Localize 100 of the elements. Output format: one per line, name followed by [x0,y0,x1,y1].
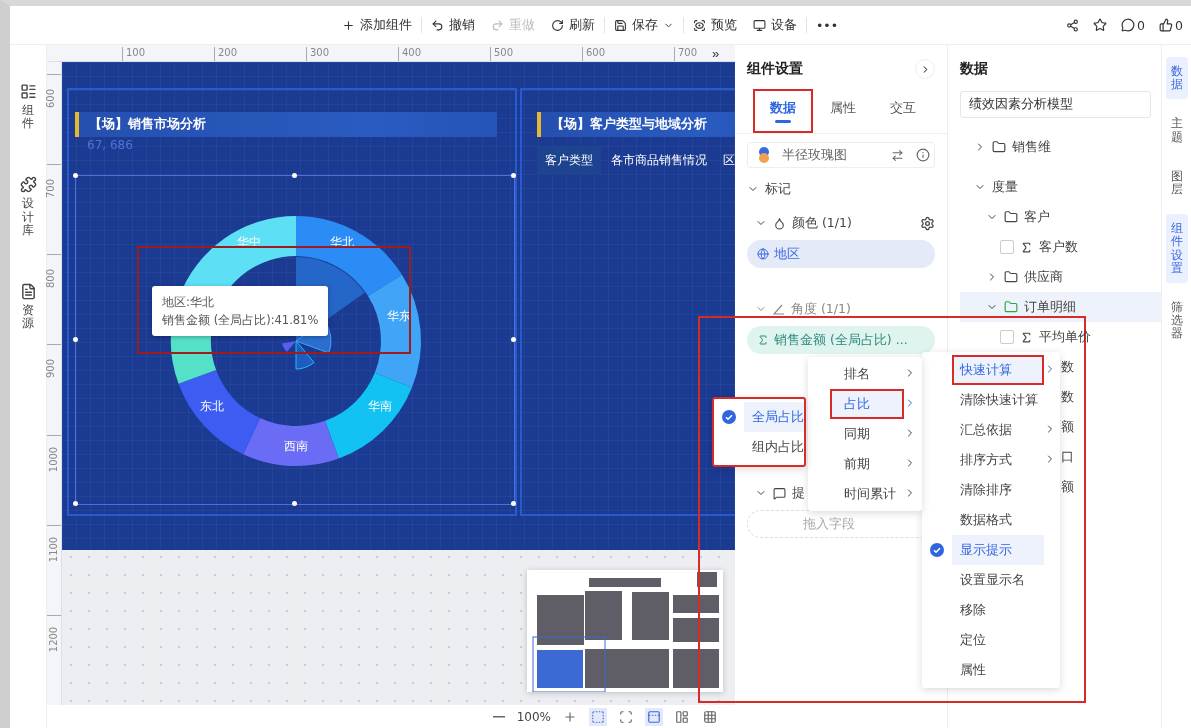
field-pill[interactable]: 销售金额 (全局占比) ... [747,326,935,354]
tooltip-line: 地区:华北 [162,294,215,311]
dashed-square-icon [591,709,605,724]
toolbar-button[interactable]: 刷新 [544,16,602,34]
like-button[interactable]: 0 [1159,17,1183,33]
widget-tab[interactable]: 客户类型 [537,146,601,175]
chart-segment[interactable] [178,370,261,455]
folder-icon [1004,270,1018,284]
segment-label: 东北 [200,399,224,413]
toolbar-button[interactable]: 预览 [686,16,744,34]
ruler-label: 300 [306,47,398,61]
menu-item[interactable]: 排序方式 [922,445,1060,475]
toolbar-button[interactable]: 添加组件 [335,16,419,34]
chart-segment[interactable] [368,274,421,388]
chart-type-label: 半径玫瑰图 [782,146,848,164]
droplet-icon [773,216,786,230]
more-button[interactable]: ••• [809,17,846,33]
grid-icon [703,709,717,724]
field-label[interactable]: 客户数 [1039,238,1078,256]
comment-icon [1121,18,1136,32]
side-tab[interactable]: 主题 [1165,109,1188,152]
widget-tab[interactable]: 各市商品销售情况 [605,146,713,175]
segment-label: 西南 [284,439,308,453]
tree-item[interactable]: 度量 [992,178,1018,196]
minus-icon [492,715,505,718]
select-area-button[interactable] [589,707,607,726]
model-select[interactable]: 绩效因素分析模型 [960,91,1151,118]
chart-type-select[interactable]: 半径玫瑰图 [747,142,935,168]
thumbs-up-icon [1159,18,1174,32]
section-title: 标记 [765,180,791,198]
menu-item[interactable]: 设置显示名 [922,565,1060,595]
segment-label: 华南 [368,399,392,413]
tree-item[interactable]: 销售维 [1012,138,1051,156]
menu-item[interactable]: 定位 [922,625,1060,655]
info-icon[interactable] [916,148,930,162]
sidebar-item[interactable]: 设计库 [19,176,37,237]
panel-tab[interactable]: 交互 [873,89,933,133]
checkbox[interactable] [1000,330,1014,344]
side-tab[interactable]: 图层 [1165,161,1188,205]
ruler-label: 500 [490,47,582,61]
menu-item[interactable]: 汇总依据 [922,415,1060,445]
chart-segment[interactable] [296,216,402,296]
ruler-label: 700 [674,47,710,61]
chart-segment[interactable] [325,372,412,459]
tree-item[interactable]: 订单明细 [1024,298,1076,316]
scan-icon [619,709,633,724]
layout-icon [675,709,689,724]
document-icon [19,282,37,300]
menu-item[interactable]: 前期 [808,449,922,479]
field-label: 额 [1061,418,1074,436]
layout-button[interactable] [645,707,663,726]
menu-item[interactable]: 移除 [922,595,1060,625]
side-tab[interactable]: 数据 [1165,57,1188,100]
sidebar-item[interactable]: 资源 [19,282,37,331]
ruler-label: 700 [45,179,57,199]
share-icon[interactable] [1066,18,1080,32]
ruler-label: 1200 [48,626,60,653]
sigma-icon [1020,330,1033,344]
field-label: 口 [1061,448,1074,466]
sidebar-item[interactable]: 组件 [19,83,37,131]
menu-item[interactable]: 排名 [808,359,922,389]
checkbox[interactable] [1000,240,1014,254]
menu-item[interactable]: 清除排序 [922,475,1060,505]
sigma-icon [757,334,769,346]
panel-tab[interactable]: 属性 [813,89,873,133]
field-pill[interactable]: 地区 [747,240,935,268]
zoom-out-button[interactable] [490,713,507,720]
widget-tab[interactable]: 区 [717,146,735,175]
slot-label: 提 [792,484,805,502]
toolbar-button[interactable]: 保存 [607,16,681,34]
message-icon [773,486,786,500]
tree-item[interactable]: 客户 [1024,208,1050,226]
widget-frame[interactable] [67,88,517,516]
expand-button[interactable]: » [710,46,720,61]
refresh-icon [551,18,564,32]
save-icon [614,18,627,32]
swap-icon[interactable] [891,148,904,162]
menu-item[interactable]: 清除快速计算 [922,385,1060,415]
menu-item[interactable]: 同期 [808,419,922,449]
toolbar-button[interactable]: 设备 [746,16,804,34]
chart-segment[interactable] [243,418,339,466]
side-tab[interactable]: 组件设置 [1165,214,1188,283]
side-tab[interactable]: 筛选器 [1165,292,1188,349]
chart-type-icon [758,147,770,163]
settings-icon[interactable] [920,215,935,231]
preview-icon [693,18,706,32]
folder-icon [1004,300,1018,314]
menu-item[interactable]: 属性 [922,655,1060,685]
minimap[interactable] [527,570,723,692]
widget-title: 【场】销售市场分析 [89,116,206,133]
toolbar-button[interactable]: 撤销 [424,16,482,34]
menu-item[interactable]: 组内占比 [714,432,804,462]
tree-item[interactable]: 供应商 [1024,268,1063,286]
list-icon [19,83,37,100]
ruler-label: 900 [45,359,57,379]
panel-tab[interactable]: 数据 [753,89,813,133]
redo-icon [491,18,504,32]
menu-item[interactable]: 时间累计 [808,479,922,509]
star-icon[interactable] [1093,18,1108,32]
comment-button[interactable]: 0 [1121,17,1146,33]
